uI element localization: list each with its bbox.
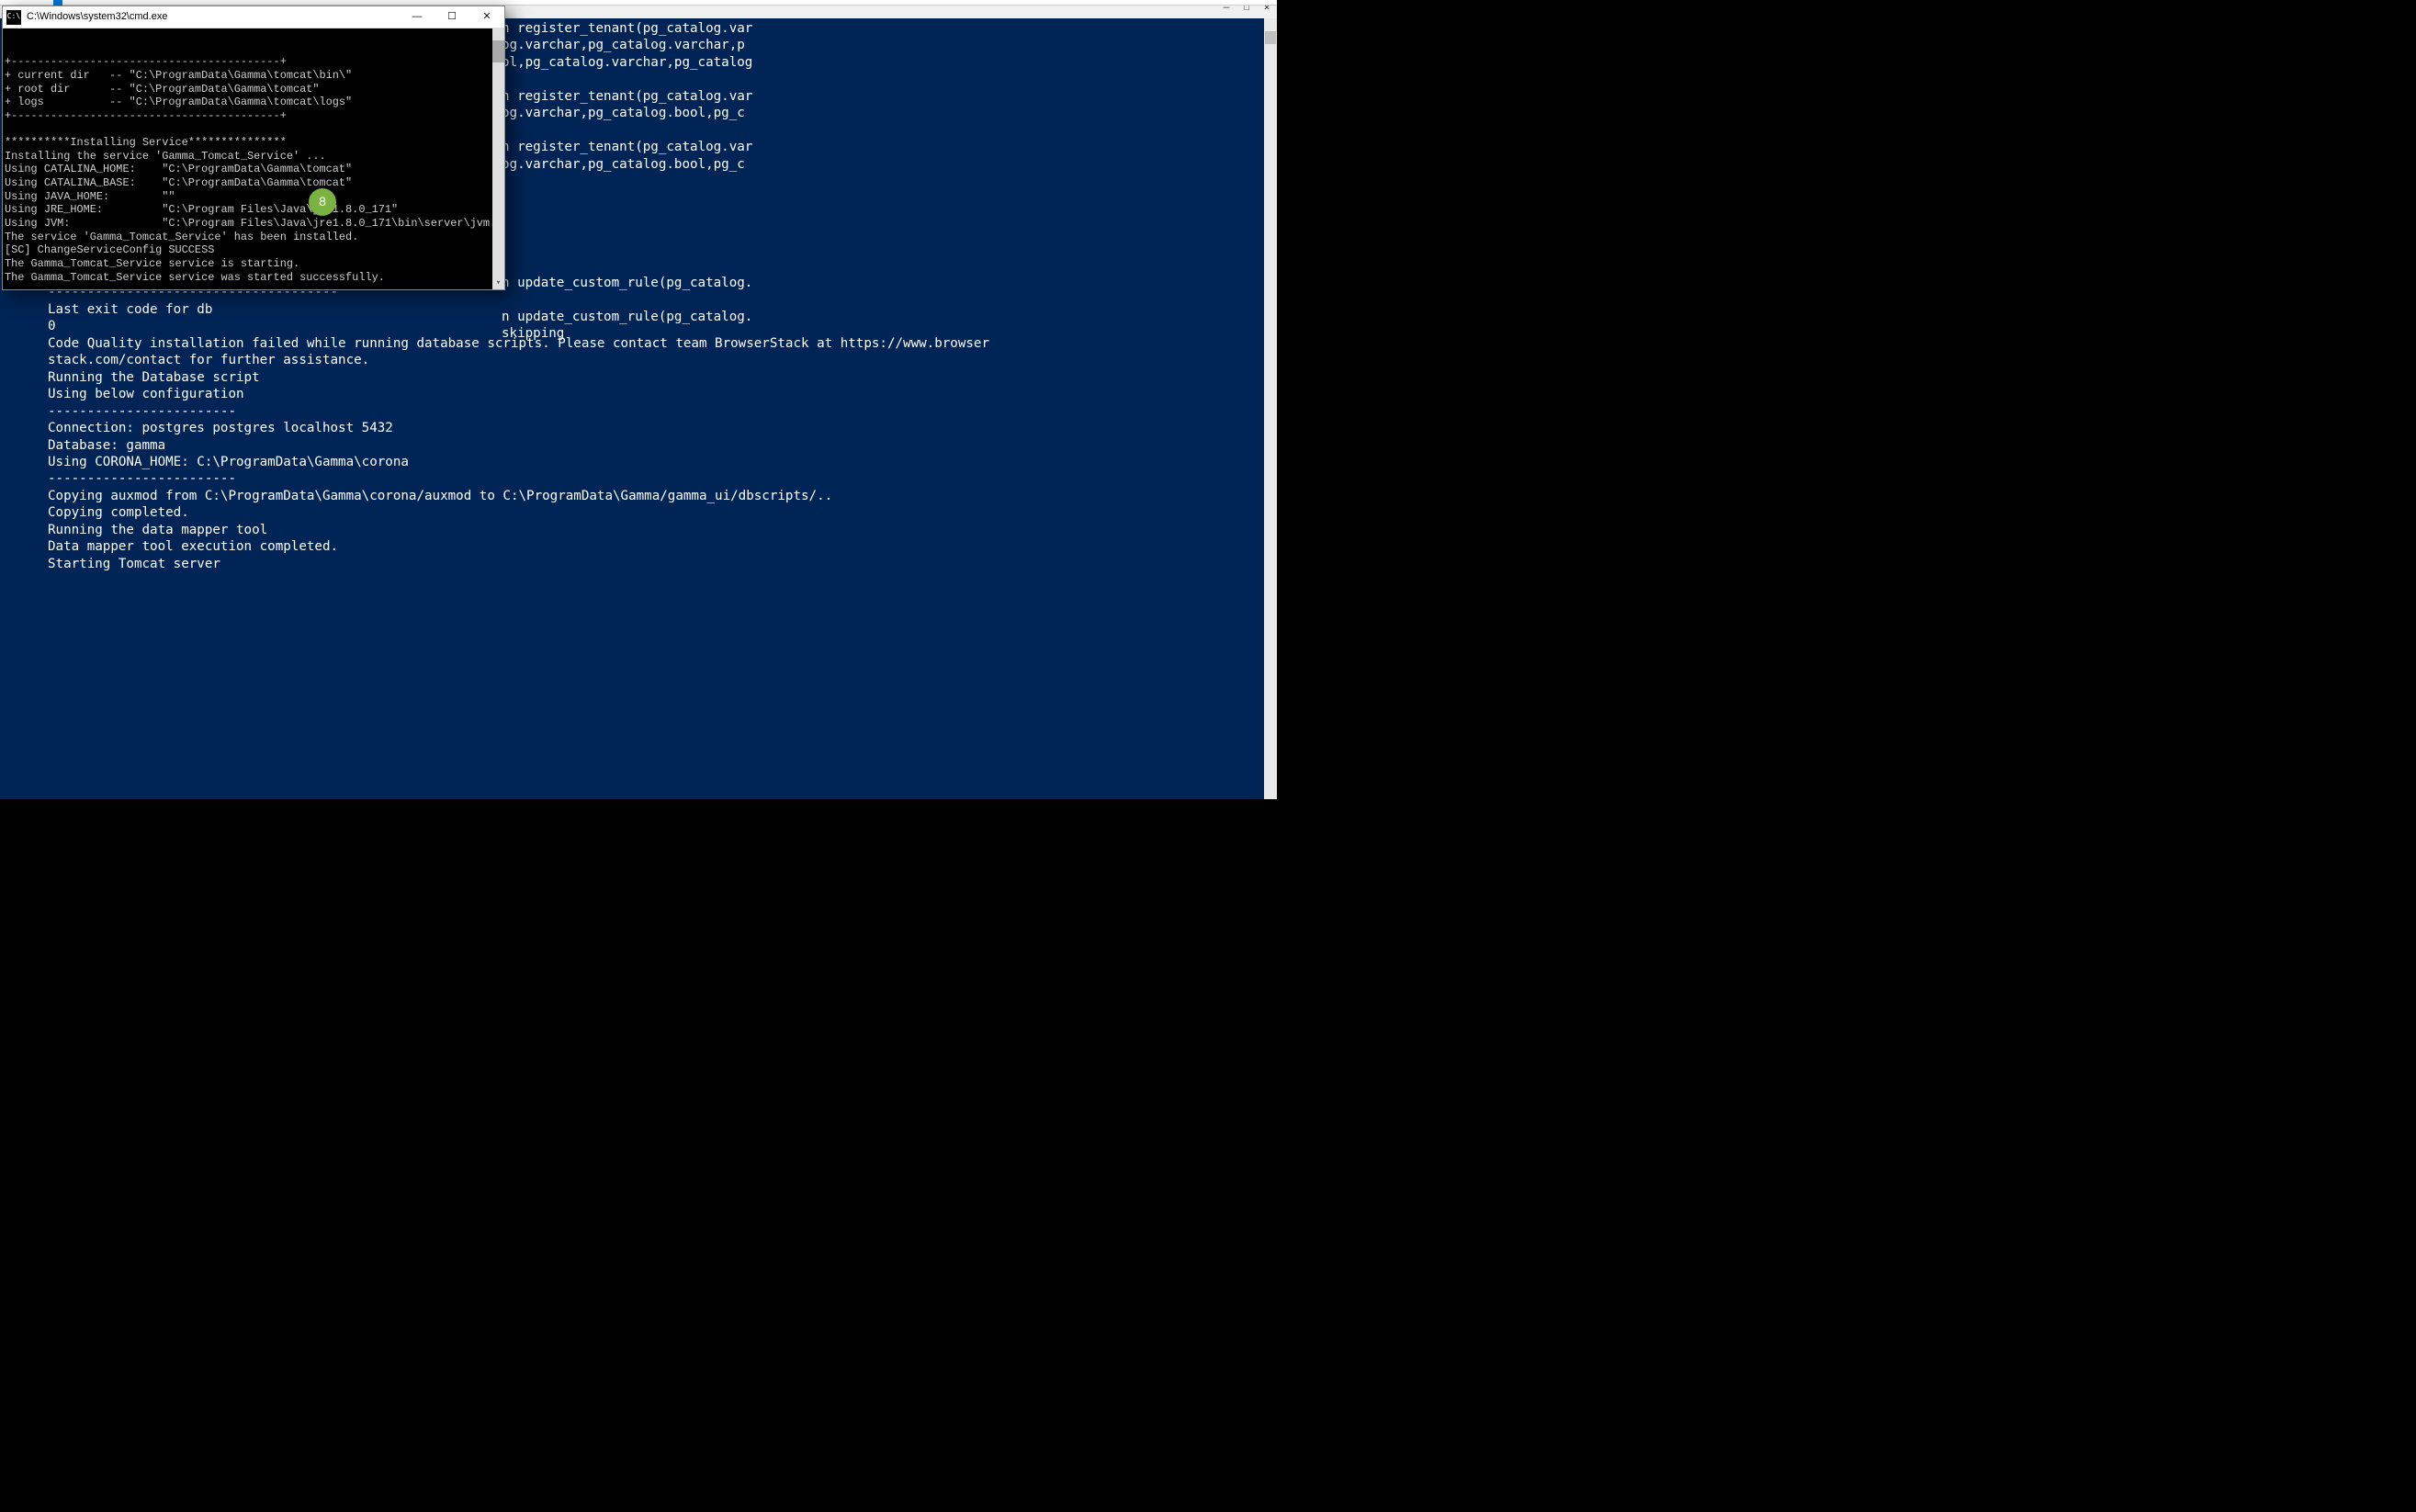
cmd-scroll-down-icon[interactable]: ▾ — [492, 277, 504, 289]
step-number-badge: 8 — [309, 188, 336, 216]
cmd-title: C:\Windows\system32\cmd.exe — [27, 11, 400, 24]
cmd-window: C:\ C:\Windows\system32\cmd.exe — ☐ ✕ +-… — [2, 6, 505, 290]
cmd-icon: C:\ — [6, 10, 21, 25]
cmd-output[interactable]: +---------------------------------------… — [3, 28, 504, 289]
cmd-scrollbar-thumb[interactable] — [492, 40, 504, 62]
cmd-maximize-button[interactable]: ☐ — [435, 6, 469, 28]
background-scrollbar[interactable] — [1264, 18, 1277, 799]
cmd-close-button[interactable]: ✕ — [469, 6, 504, 28]
cmd-scrollbar[interactable]: ▴ ▾ — [492, 28, 504, 289]
cmd-titlebar[interactable]: C:\ C:\Windows\system32\cmd.exe — ☐ ✕ — [3, 6, 504, 28]
background-scrollbar-thumb[interactable] — [1265, 31, 1276, 44]
cmd-minimize-button[interactable]: — — [400, 6, 435, 28]
